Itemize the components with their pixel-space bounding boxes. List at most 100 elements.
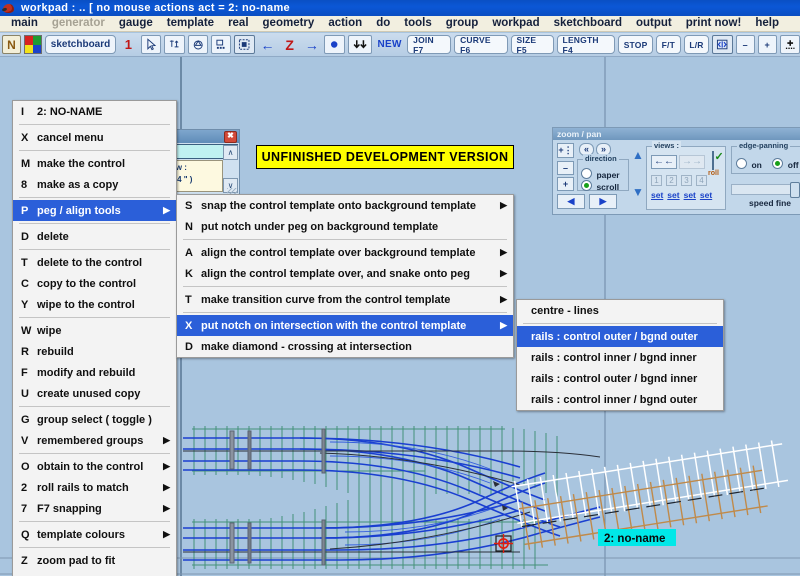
menu-item-rails-control-inner-bgnd-outer[interactable]: rails : control inner / bgnd outer: [517, 389, 723, 410]
pan-down-button[interactable]: ▼: [632, 185, 644, 199]
pan-left-button[interactable]: ◀: [557, 194, 585, 209]
direction-scroll-radio[interactable]: [581, 180, 592, 191]
menu-item-modify-and-rebuild[interactable]: F modify and rebuild: [13, 362, 176, 383]
menu-output[interactable]: output: [629, 16, 679, 31]
speed-slider[interactable]: [731, 182, 800, 198]
menu-item-make-as-a-copy[interactable]: 8 make as a copy: [13, 174, 176, 195]
menu-item-delete[interactable]: D delete: [13, 226, 176, 247]
zoom-in-dotted-icon[interactable]: +⋮: [557, 143, 574, 158]
menu-help[interactable]: help: [748, 16, 786, 31]
roll-checkbox[interactable]: [712, 151, 715, 170]
zoom-in-button[interactable]: +: [757, 35, 777, 54]
zoom-out-button[interactable]: –: [735, 35, 755, 54]
menu-item-current-template[interactable]: I 2: NO-NAME: [13, 101, 176, 122]
menu-item-snap-onto-background[interactable]: S snap the control template onto backgro…: [177, 195, 513, 216]
close-icon[interactable]: ✖: [224, 130, 237, 143]
menu-item-make-transition-curve[interactable]: T make transition curve from the control…: [177, 289, 513, 310]
join-f7-button[interactable]: JOIN F7: [407, 35, 452, 55]
edge-panning-on-radio[interactable]: [736, 158, 747, 169]
menu-item-rebuild[interactable]: R rebuild: [13, 341, 176, 362]
zoom-z-button[interactable]: Z: [280, 35, 299, 54]
menu-template[interactable]: template: [160, 16, 221, 31]
menu-workpad[interactable]: workpad: [485, 16, 546, 31]
sketchboard-button[interactable]: sketchboard: [45, 35, 116, 54]
menu-item-rails-control-inner-bgnd-inner[interactable]: rails : control inner / bgnd inner: [517, 347, 723, 368]
view-set-2[interactable]: set: [667, 190, 679, 200]
menu-geometry[interactable]: geometry: [256, 16, 322, 31]
menu-item-cancel-menu[interactable]: X cancel menu: [13, 127, 176, 148]
menu-item-peg-align-tools[interactable]: P peg / align tools ▶: [13, 200, 176, 221]
view-slot-2[interactable]: 2: [666, 175, 677, 186]
speed-slider-thumb[interactable]: [790, 182, 800, 198]
menu-real[interactable]: real: [221, 16, 255, 31]
width-adjust-icon[interactable]: [712, 35, 733, 54]
menu-item-centre-lines[interactable]: centre - lines: [517, 300, 723, 321]
down-arrows-icon[interactable]: [347, 35, 373, 54]
colour-palette-icon[interactable]: [24, 35, 43, 54]
view-set-3[interactable]: set: [684, 190, 696, 200]
curve-f6-button[interactable]: CURVE F6: [454, 35, 508, 55]
menu-item-f7-snapping[interactable]: 7 F7 snapping ▶: [13, 498, 176, 519]
menu-item-put-notch-on-intersection[interactable]: X put notch on intersection with the con…: [177, 315, 513, 336]
blob-dot-icon[interactable]: [324, 35, 345, 54]
menu-item-align-and-snake-onto-peg[interactable]: K align the control template over, and s…: [177, 263, 513, 284]
menu-item-show-in-box[interactable]: S show in box: [13, 571, 176, 576]
menu-item-wipe[interactable]: W wipe: [13, 320, 176, 341]
stop-button[interactable]: STOP: [618, 35, 653, 54]
menu-item-remembered-groups[interactable]: V remembered groups ▶: [13, 430, 176, 451]
show-in-box-icon[interactable]: [234, 35, 255, 54]
mouse-pointer-icon[interactable]: [140, 35, 162, 54]
edge-panning-off-radio[interactable]: [772, 158, 784, 169]
scroll-up-icon[interactable]: ∧: [223, 145, 238, 160]
menu-item-roll-rails-to-match[interactable]: 2 roll rails to match ▶: [13, 477, 176, 498]
view-slot-3[interactable]: 3: [681, 175, 692, 186]
ft-toggle-button[interactable]: F/T: [655, 35, 681, 54]
zoom-pan-panel[interactable]: zoom / pan +⋮ – + ◀ ▶ « » direction pape…: [552, 127, 800, 215]
pan-right-button[interactable]: ▶: [589, 194, 617, 209]
menu-item-make-diamond-crossing[interactable]: D make diamond - crossing at intersectio…: [177, 336, 513, 357]
length-f4-button[interactable]: LENGTH F4: [556, 35, 616, 55]
menu-item-zoom-pad-to-fit[interactable]: Z zoom pad to fit: [13, 550, 176, 571]
submenu-peg-align-tools[interactable]: S snap the control template onto backgro…: [176, 194, 514, 358]
menu-print-now[interactable]: print now!: [679, 16, 749, 31]
menu-item-make-the-control[interactable]: M make the control: [13, 153, 176, 174]
view-slot-4[interactable]: 4: [696, 175, 707, 186]
menu-gauge[interactable]: gauge: [112, 16, 160, 31]
view-set-1[interactable]: set: [651, 190, 663, 200]
menu-main[interactable]: main: [4, 16, 45, 31]
menu-item-put-notch-under-peg[interactable]: N put notch under peg on background temp…: [177, 216, 513, 237]
menu-item-obtain-to-the-control[interactable]: O obtain to the control ▶: [13, 456, 176, 477]
gauge-button[interactable]: N: [2, 35, 21, 54]
menu-sketchboard[interactable]: sketchboard: [547, 16, 629, 31]
menu-tools[interactable]: tools: [397, 16, 438, 31]
view-set-4[interactable]: set: [700, 190, 712, 200]
size-f5-button[interactable]: SIZE F5: [510, 35, 554, 55]
menu-item-delete-to-the-control[interactable]: T delete to the control: [13, 252, 176, 273]
menu-item-group-select[interactable]: G group select ( toggle ): [13, 409, 176, 430]
menu-item-wipe-to-the-control[interactable]: Y wipe to the control: [13, 294, 176, 315]
pad-view-icon[interactable]: [211, 35, 232, 54]
new-button[interactable]: NEW: [375, 35, 404, 54]
views-forward-button[interactable]: →→: [679, 155, 705, 169]
menu-item-template-colours[interactable]: Q template colours ▶: [13, 524, 176, 545]
back-arrow-button[interactable]: ←: [258, 35, 277, 54]
menu-item-copy-to-the-control[interactable]: C copy to the control: [13, 273, 176, 294]
submenu-notch-intersection[interactable]: centre - lines rails : control outer / b…: [516, 299, 724, 411]
views-back-button[interactable]: ←←: [651, 155, 677, 169]
notch-marker-icon[interactable]: [187, 35, 209, 54]
plus-dotted-icon[interactable]: [779, 35, 800, 54]
peg-marker-icon[interactable]: [164, 35, 185, 54]
menu-action[interactable]: action: [321, 16, 369, 31]
menu-item-create-unused-copy[interactable]: U create unused copy: [13, 383, 176, 404]
zoom-out-button[interactable]: –: [557, 161, 574, 175]
lr-toggle-button[interactable]: L/R: [683, 35, 710, 54]
menu-item-rails-control-outer-bgnd-inner[interactable]: rails : control outer / bgnd inner: [517, 368, 723, 389]
zoom-plus-button[interactable]: +: [557, 177, 574, 191]
forward-arrow-button[interactable]: →: [302, 35, 321, 54]
menu-item-rails-control-outer-bgnd-outer[interactable]: rails : control outer / bgnd outer: [517, 326, 723, 347]
menu-item-align-over-background[interactable]: A align the control template over backgr…: [177, 242, 513, 263]
pan-up-button[interactable]: ▲: [632, 148, 644, 162]
context-menu-template[interactable]: I 2: NO-NAME X cancel menu M make the co…: [12, 100, 177, 576]
menu-group[interactable]: group: [439, 16, 486, 31]
menu-do[interactable]: do: [369, 16, 397, 31]
